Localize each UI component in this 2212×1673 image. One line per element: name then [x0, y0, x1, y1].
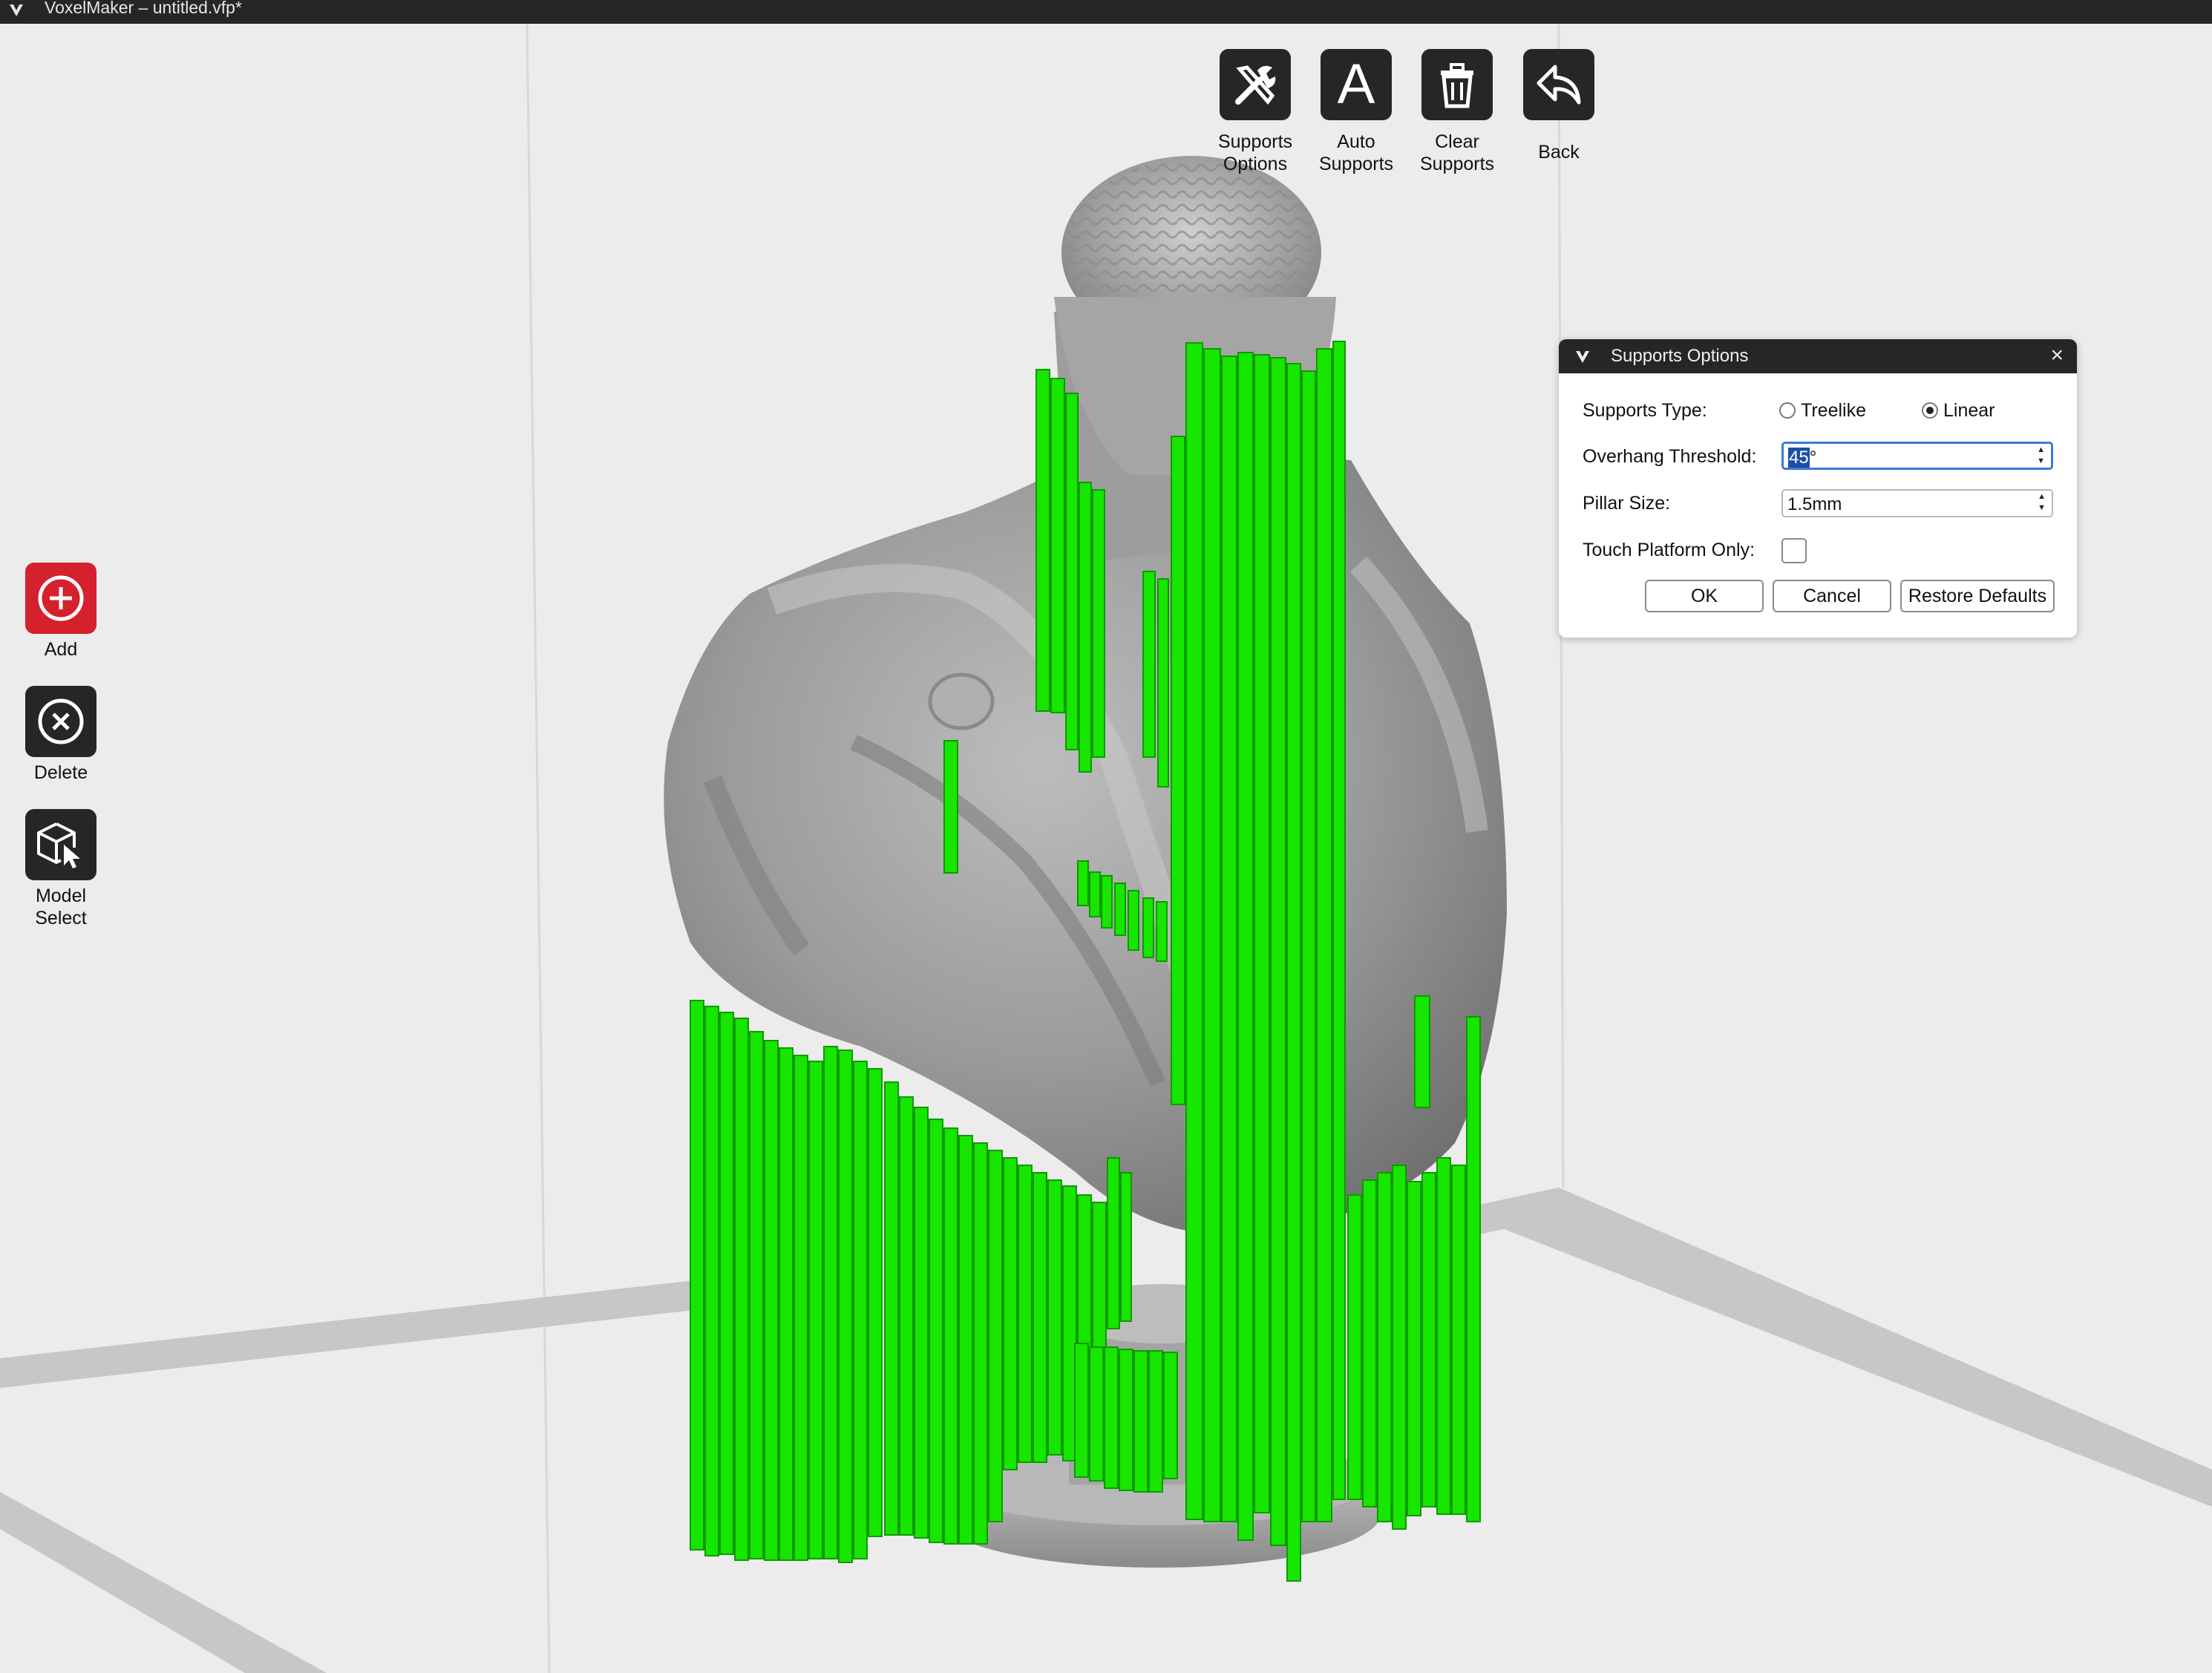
pillar-size-spinbox[interactable]: 1.5mm ▲ ▼: [1781, 489, 2053, 517]
spin-up-icon[interactable]: ▲: [2037, 446, 2045, 454]
delete-label: Delete: [33, 762, 88, 783]
linear-label[interactable]: Linear: [1943, 400, 1995, 422]
back-arrow-icon: [1537, 65, 1581, 105]
x-circle-icon: [38, 698, 84, 744]
cancel-button[interactable]: Cancel: [1773, 580, 1891, 612]
pillar-size-label: Pillar Size:: [1583, 493, 1671, 514]
tools-icon: [1235, 65, 1276, 105]
auto-supports-button[interactable]: A: [1321, 49, 1392, 120]
overhang-value-selected: 45: [1788, 448, 1810, 468]
ok-button[interactable]: OK: [1645, 580, 1764, 612]
delete-button[interactable]: [25, 686, 96, 757]
supports-type-label: Supports Type:: [1583, 400, 1707, 421]
build-viewport[interactable]: Supports Options A Auto Supports Clear Supp…: [0, 24, 2212, 1673]
letter-a-icon: A: [1337, 53, 1375, 116]
spin-up-icon[interactable]: ▲: [2038, 493, 2046, 501]
viewport-canvas[interactable]: [0, 24, 2212, 1673]
linear-radio[interactable]: [1922, 402, 1938, 419]
voxelmaker-logo-icon: [1576, 351, 1589, 363]
dialog-title: Supports Options: [1611, 346, 1749, 366]
pillar-size-value: 1.5mm: [1787, 494, 1842, 514]
overhang-unit: °: [1809, 448, 1817, 468]
supports-options-button[interactable]: [1220, 49, 1291, 120]
treelike-label[interactable]: Treelike: [1801, 400, 1866, 422]
back-label: Back: [1538, 142, 1580, 163]
trash-icon: [1441, 63, 1473, 108]
voxelmaker-logo-icon: [10, 4, 23, 16]
supports-options-dialog[interactable]: Supports Options × Supports Type: Treeli…: [1559, 339, 2077, 638]
add-button[interactable]: [25, 563, 96, 634]
back-button[interactable]: [1523, 49, 1594, 120]
model-select-button[interactable]: [25, 809, 96, 880]
overhang-threshold-label: Overhang Threshold:: [1583, 446, 1757, 467]
touch-platform-checkbox[interactable]: [1781, 538, 1807, 563]
model-select-label: Model Select: [35, 885, 87, 929]
touch-platform-label: Touch Platform Only:: [1583, 540, 1755, 560]
restore-defaults-button[interactable]: Restore Defaults: [1900, 580, 2055, 612]
clear-supports-button[interactable]: [1421, 49, 1493, 120]
dialog-titlebar[interactable]: Supports Options ×: [1559, 339, 2077, 373]
spin-down-icon[interactable]: ▼: [2038, 504, 2046, 512]
spin-down-icon[interactable]: ▼: [2037, 457, 2045, 465]
window-title: VoxelMaker – untitled.vfp*: [45, 0, 242, 17]
cube-cursor-icon: [37, 822, 80, 868]
add-label: Add: [44, 639, 78, 660]
close-icon[interactable]: ×: [2050, 343, 2064, 368]
overhang-threshold-spinbox[interactable]: 45° ▲ ▼: [1781, 442, 2053, 470]
plus-circle-icon: [38, 575, 84, 621]
title-bar: VoxelMaker – untitled.vfp*: [0, 0, 2212, 24]
treelike-radio[interactable]: [1779, 402, 1796, 419]
